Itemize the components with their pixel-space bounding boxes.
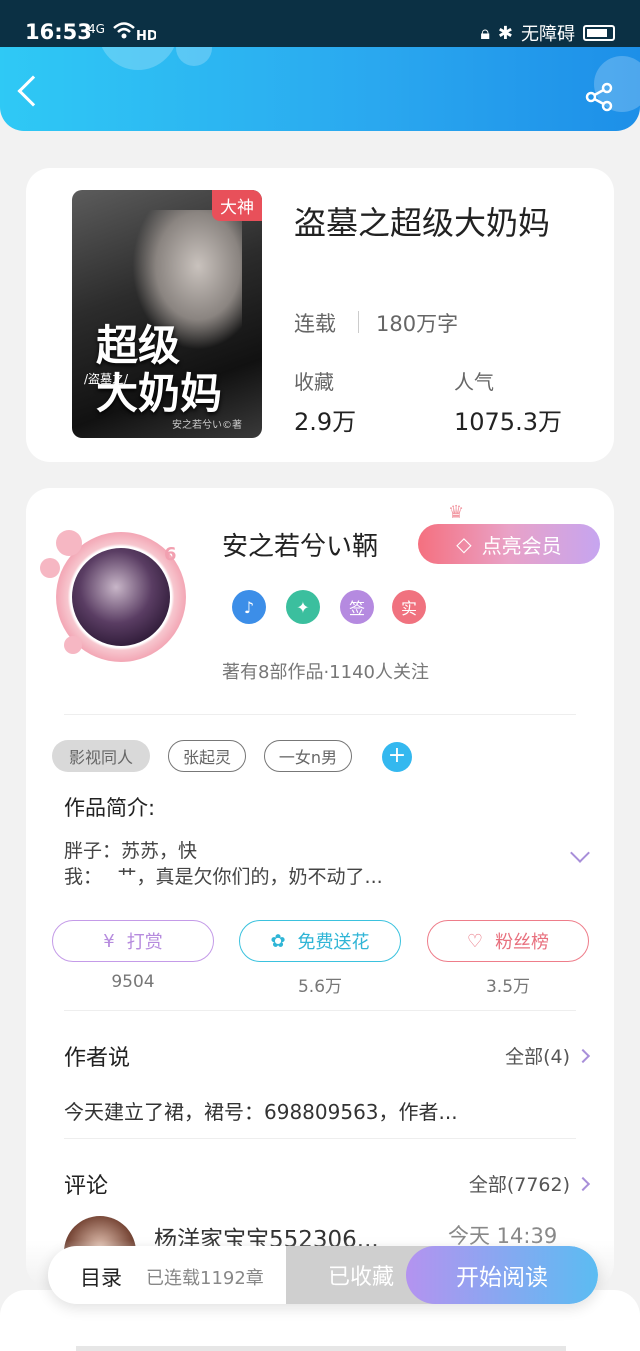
intro-line: 胖子：苏苏，快	[64, 840, 198, 862]
tag-film-fanfic[interactable]: 影视同人	[52, 740, 150, 772]
author-works-info: 著有8部作品·1140人关注	[222, 662, 429, 683]
word-count: 180万字	[376, 312, 459, 336]
crown-icon: ♛	[448, 502, 465, 523]
accessibility-label: 无障碍	[521, 24, 575, 45]
battery-icon	[583, 25, 615, 41]
status-time: 16:53	[25, 20, 92, 44]
back-button[interactable]	[17, 75, 49, 107]
wifi-icon: HD	[112, 20, 158, 46]
user-heart-icon: ♡	[466, 930, 484, 952]
intro-line: 我： 艹，真是欠你们的，奶不动了...	[64, 866, 383, 888]
expand-chevron-icon[interactable]	[570, 843, 590, 863]
divider	[64, 714, 576, 715]
favorites-label: 收藏	[294, 370, 334, 394]
tag-character[interactable]: 张起灵	[168, 740, 246, 772]
popularity-value: 1075.3万	[454, 408, 562, 436]
divider	[64, 1138, 576, 1139]
cover-title-line1: 超级	[96, 321, 181, 370]
author-says-more[interactable]: 全部(4)	[505, 1042, 591, 1069]
lock-icon: 🔒︎	[480, 22, 490, 44]
bluetooth-icon: ✱	[497, 22, 513, 44]
fan-ranking-label: 粉丝榜	[495, 932, 550, 953]
avatar	[72, 548, 170, 646]
serial-chapters[interactable]: 已连载1192章	[146, 1264, 264, 1290]
flower-count: 5.6万	[297, 977, 343, 997]
fan-ranking-button[interactable]: ♡ 粉丝榜	[427, 920, 589, 962]
comments-more-label: 全部(7762)	[468, 1174, 570, 1196]
diamond-icon: ◇	[456, 532, 472, 556]
share-icon[interactable]	[582, 80, 616, 114]
fan-count: 3.5万	[485, 977, 531, 997]
start-reading-button[interactable]: 开始阅读	[406, 1246, 598, 1304]
author-says-text[interactable]: 今天建立了裙，裙号：698809563，作者...	[64, 1096, 458, 1125]
flower-icon: ✿	[270, 930, 286, 952]
divider	[358, 311, 359, 333]
book-title: 盗墓之超级大奶妈	[294, 204, 551, 242]
vip-button-label: 点亮会员	[481, 533, 562, 558]
cover-author: 安之若兮い©著	[172, 420, 242, 431]
intro-label: 作品简介:	[64, 796, 156, 820]
author-avatar-frame[interactable]: 6	[36, 512, 196, 672]
toc-button[interactable]: 目录	[80, 1262, 122, 1292]
bottom-divider	[76, 1346, 566, 1351]
status-bar: 16:53 4G HD 🔒︎ ✱ 无障碍	[0, 0, 640, 47]
cover-tag: 大神	[212, 190, 262, 221]
flower-decoration	[40, 558, 60, 578]
favorites-value: 2.9万	[294, 408, 357, 436]
book-info-card: 大神 超级 大奶妈 /盗墓之/ 安之若兮い©著 盗墓之超级大奶妈 连载 180万…	[26, 168, 614, 462]
send-flower-button[interactable]: ✿ 免费送花	[239, 920, 401, 962]
author-says-title: 作者说	[64, 1046, 131, 1071]
vip-button[interactable]: ◇ 点亮会员	[418, 524, 600, 564]
reward-label: 打赏	[126, 932, 163, 953]
yen-icon: ¥	[103, 930, 115, 952]
book-cover[interactable]: 大神 超级 大奶妈 /盗墓之/ 安之若兮い©著	[72, 190, 262, 438]
comments-title: 评论	[64, 1174, 109, 1199]
cover-subtitle: /盗墓之/	[84, 372, 129, 386]
author-level: 6	[164, 544, 177, 565]
handshake-badge-icon[interactable]: ✦	[286, 590, 320, 624]
wifi-label: HD	[136, 29, 156, 42]
comments-more[interactable]: 全部(7762)	[468, 1170, 591, 1197]
network-indicator: 4G	[88, 22, 105, 36]
music-badge-icon[interactable]: ♪	[232, 590, 266, 624]
author-card: 6 安之若兮い鞆 ♛ ◇ 点亮会员 ♪ ✦ 签 实 著有8部作品·1140人关注…	[26, 488, 614, 1288]
verified-badge[interactable]: 实	[392, 590, 426, 624]
author-name[interactable]: 安之若兮い鞆	[222, 526, 378, 563]
popularity-label: 人气	[454, 370, 494, 394]
send-flower-label: 免费送花	[297, 932, 370, 953]
add-tag-button[interactable]: +	[382, 742, 412, 772]
flower-decoration	[56, 530, 82, 556]
chevron-right-icon	[575, 1176, 591, 1191]
book-status: 连载	[294, 312, 336, 336]
chevron-right-icon	[575, 1048, 591, 1063]
app-header: 16:53 4G HD 🔒︎ ✱ 无障碍	[0, 0, 640, 131]
reward-count: 9504	[111, 972, 155, 992]
flower-decoration	[64, 636, 82, 654]
divider	[64, 1010, 576, 1011]
reward-button[interactable]: ¥ 打赏	[52, 920, 214, 962]
signed-badge[interactable]: 签	[340, 590, 374, 624]
tag-harem[interactable]: 一女n男	[264, 740, 352, 772]
bottom-action-bar: 目录 已连载1192章 已收藏 开始阅读	[48, 1246, 598, 1304]
author-says-more-label: 全部(4)	[505, 1046, 570, 1068]
